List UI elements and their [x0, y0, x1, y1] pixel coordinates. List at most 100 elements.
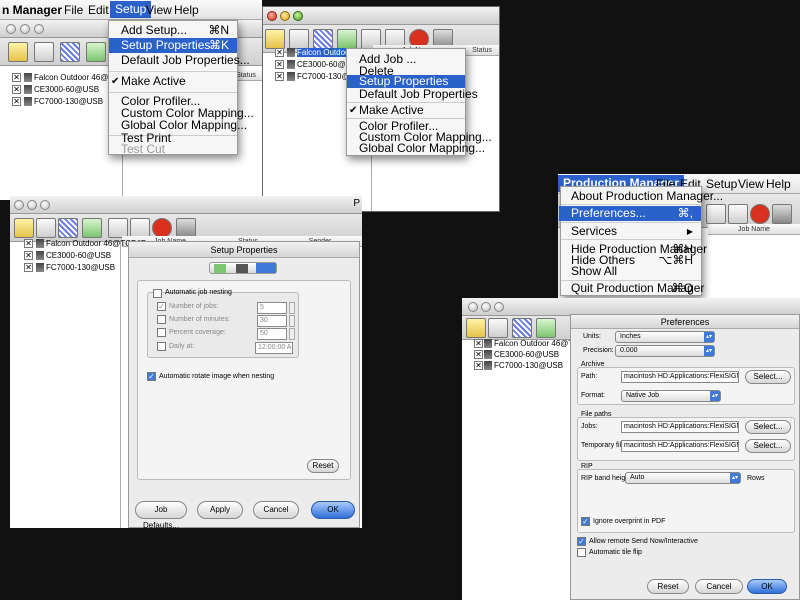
tab-general-icon[interactable]	[214, 264, 226, 273]
zoom-icon[interactable]	[494, 302, 504, 312]
duplicate-icon[interactable]	[130, 218, 150, 238]
archive-select-button[interactable]: Select...	[745, 370, 791, 384]
column-header-job-name[interactable]: Job Name	[708, 224, 800, 235]
open-folder-icon[interactable]	[265, 29, 285, 49]
tab-printer-icon[interactable]	[236, 264, 248, 273]
apply-button[interactable]: Apply	[197, 501, 243, 519]
save-icon[interactable]	[36, 218, 56, 238]
trash-icon[interactable]	[772, 204, 792, 224]
printer-row[interactable]: ✕ Falcon Outdoor 46@TCP/IP	[12, 238, 146, 250]
checkbox[interactable]: ✕	[24, 263, 33, 272]
checkbox[interactable]: ✕	[12, 97, 21, 106]
tab-nesting-icon[interactable]	[256, 263, 276, 273]
menu-item-default-job-properties[interactable]: Default Job Properties	[347, 87, 478, 102]
add-job-icon[interactable]	[82, 218, 102, 238]
open-folder-icon[interactable]	[466, 318, 486, 338]
printer-row[interactable]: ✕ CE3000-60@USB	[2, 84, 122, 96]
save-icon[interactable]	[488, 318, 508, 338]
column-header-status[interactable]: Status	[463, 45, 499, 56]
ok-button[interactable]: OK	[747, 579, 787, 594]
minimize-icon[interactable]	[280, 11, 290, 21]
menu-item-make-active[interactable]: ✔ Make Active	[109, 74, 237, 89]
checkbox[interactable]: ✕	[275, 48, 284, 57]
color-grid-icon[interactable]	[58, 218, 78, 238]
menu-item-quit[interactable]: Quit Production Manager ⌘Q	[559, 281, 704, 296]
menu-item-services[interactable]: Services ▶	[559, 224, 701, 239]
auto-rotate-checkbox[interactable]: ✓	[147, 372, 156, 381]
color-grid-icon[interactable]	[512, 318, 532, 338]
close-icon[interactable]	[6, 24, 16, 34]
menu-file[interactable]: File	[64, 3, 83, 17]
menu-item-setup-properties[interactable]: Setup Properties... ⌘K	[109, 38, 237, 53]
jobs-select-button[interactable]: Select...	[745, 420, 791, 434]
save-icon[interactable]	[289, 29, 309, 49]
checkbox[interactable]: ✕	[275, 72, 284, 81]
color-grid-icon[interactable]	[313, 29, 333, 49]
stop-icon[interactable]	[152, 218, 172, 238]
checkbox[interactable]: ✕	[24, 239, 33, 248]
checkbox[interactable]: ✕	[12, 73, 21, 82]
trash-icon[interactable]	[176, 218, 196, 238]
units-select[interactable]: Inches ▴▾	[615, 331, 715, 343]
copy-icon[interactable]	[108, 218, 128, 238]
menu-view[interactable]: View	[738, 177, 764, 191]
close-icon[interactable]	[14, 200, 24, 210]
menu-help[interactable]: Help	[174, 3, 199, 17]
temporary-files-select-button[interactable]: Select...	[745, 439, 791, 453]
menu-item-make-active[interactable]: ✔ Make Active	[347, 103, 465, 118]
rip-band-height-select[interactable]: Auto ▴▾	[625, 472, 741, 484]
menu-item-about[interactable]: About Production Manager...	[559, 189, 723, 204]
cancel-button[interactable]: Cancel	[695, 579, 743, 594]
stop-icon[interactable]	[750, 204, 770, 224]
duplicate-icon[interactable]	[728, 204, 748, 224]
open-folder-icon[interactable]	[14, 218, 34, 238]
printer-row[interactable]: ✕ FC7000-130@USB	[464, 360, 568, 372]
app-menu-fragment[interactable]: n Manager	[2, 3, 62, 17]
allow-remote-checkbox[interactable]: ✓	[577, 537, 586, 546]
precision-select[interactable]: 0.000 ▴▾	[615, 345, 715, 357]
menu-edit[interactable]: Edit	[88, 3, 109, 17]
checkbox[interactable]: ✕	[12, 85, 21, 94]
pane-divider[interactable]	[120, 242, 121, 528]
checkbox[interactable]: ✕	[24, 251, 33, 260]
menu-item-default-job-properties[interactable]: Default Job Properties...	[109, 53, 250, 68]
printer-row[interactable]: ✕ Falcon Outdoor 46@TCP/IP	[2, 72, 134, 84]
add-job-icon[interactable]	[536, 318, 556, 338]
close-icon[interactable]	[267, 11, 277, 21]
checkbox[interactable]: ✕	[275, 60, 284, 69]
jobs-path-field[interactable]: macintosh HD:Applications:FlexiSIGN-PRO …	[621, 421, 739, 433]
copy-icon[interactable]	[706, 204, 726, 224]
menu-view[interactable]: View	[146, 3, 172, 17]
menu-help[interactable]: Help	[766, 177, 791, 191]
add-job-icon[interactable]	[337, 29, 357, 49]
minimize-icon[interactable]	[27, 200, 37, 210]
minimize-icon[interactable]	[20, 24, 30, 34]
cancel-button[interactable]: Cancel	[253, 501, 299, 519]
printer-row[interactable]: ✕ CE3000-60@USB	[12, 250, 120, 262]
open-folder-icon[interactable]	[8, 42, 28, 62]
menu-item-preferences[interactable]: Preferences... ⌘,	[559, 206, 701, 221]
job-defaults-button[interactable]: Job Defaults...	[135, 501, 187, 530]
auto-tile-flip-checkbox[interactable]	[577, 548, 586, 557]
auto-nesting-checkbox[interactable]	[153, 289, 162, 298]
close-icon[interactable]	[468, 302, 478, 312]
temporary-files-field[interactable]: macintosh HD:Applications:FlexiSIGN-PRO …	[621, 440, 739, 452]
color-grid-icon[interactable]	[60, 42, 80, 62]
zoom-icon[interactable]	[40, 200, 50, 210]
save-icon[interactable]	[34, 42, 54, 62]
checkbox[interactable]: ✕	[474, 350, 483, 359]
ignore-overprint-checkbox[interactable]: ✓	[581, 517, 590, 526]
menu-item-show-all[interactable]: Show All	[559, 264, 701, 279]
printer-row[interactable]: ✕ FC7000-130@USB	[12, 262, 120, 274]
checkbox[interactable]: ✕	[474, 339, 483, 348]
menu-item-add-setup[interactable]: Add Setup... ⌘N	[109, 23, 237, 38]
add-job-icon[interactable]	[86, 42, 106, 62]
zoom-icon[interactable]	[293, 11, 303, 21]
reset-button[interactable]: Reset	[307, 459, 339, 473]
checkbox[interactable]: ✕	[474, 361, 483, 370]
format-select[interactable]: Native Job ▴▾	[621, 390, 721, 402]
reset-button[interactable]: Reset	[647, 579, 689, 594]
menu-item-global-color-mapping[interactable]: Global Color Mapping...	[347, 141, 485, 156]
ok-button[interactable]: OK	[311, 501, 355, 519]
zoom-icon[interactable]	[34, 24, 44, 34]
